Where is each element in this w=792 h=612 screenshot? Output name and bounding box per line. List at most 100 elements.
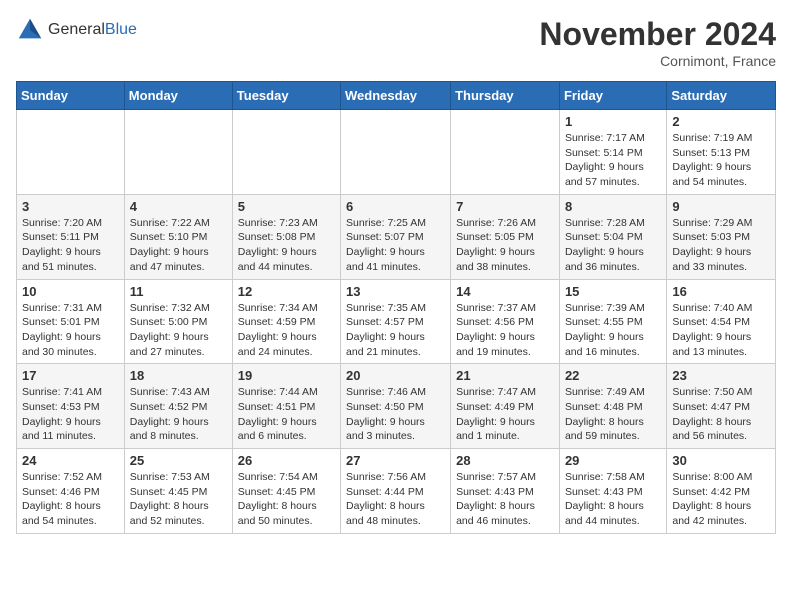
day-info: Sunrise: 7:37 AM Sunset: 4:56 PM Dayligh…	[456, 301, 554, 360]
day-info: Sunrise: 7:22 AM Sunset: 5:10 PM Dayligh…	[130, 216, 227, 275]
header-monday: Monday	[124, 82, 232, 110]
day-number: 10	[22, 284, 119, 299]
calendar-cell: 19 Sunrise: 7:44 AM Sunset: 4:51 PM Dayli…	[232, 364, 340, 449]
day-info: Sunrise: 7:40 AM Sunset: 4:54 PM Dayligh…	[672, 301, 770, 360]
calendar-cell: 2 Sunrise: 7:19 AM Sunset: 5:13 PM Daylig…	[667, 110, 776, 195]
calendar-cell: 25Sunrise: 7:53 AM Sunset: 4:45 PM Dayli…	[124, 449, 232, 534]
day-info: Sunrise: 7:53 AM Sunset: 4:45 PM Dayligh…	[130, 470, 227, 529]
day-number: 24	[22, 453, 119, 468]
logo: GeneralBlue	[16, 16, 137, 44]
calendar-cell: 17Sunrise: 7:41 AM Sunset: 4:53 PM Dayli…	[17, 364, 125, 449]
day-info: Sunrise: 7:54 AM Sunset: 4:45 PM Dayligh…	[238, 470, 335, 529]
day-info: Sunrise: 7:44 AM Sunset: 4:51 PM Dayligh…	[238, 385, 335, 444]
day-info: Sunrise: 7:56 AM Sunset: 4:44 PM Dayligh…	[346, 470, 445, 529]
calendar-cell: 24Sunrise: 7:52 AM Sunset: 4:46 PM Dayli…	[17, 449, 125, 534]
day-info: Sunrise: 7:20 AM Sunset: 5:11 PM Dayligh…	[22, 216, 119, 275]
logo-icon	[16, 16, 44, 44]
day-info: Sunrise: 7:32 AM Sunset: 5:00 PM Dayligh…	[130, 301, 227, 360]
day-number: 16	[672, 284, 770, 299]
day-number: 4	[130, 199, 227, 214]
calendar-cell: 6 Sunrise: 7:25 AM Sunset: 5:07 PM Daylig…	[341, 194, 451, 279]
day-info: Sunrise: 7:23 AM Sunset: 5:08 PM Dayligh…	[238, 216, 335, 275]
calendar-table: Sunday Monday Tuesday Wednesday Thursday…	[16, 81, 776, 534]
day-number: 27	[346, 453, 445, 468]
day-number: 29	[565, 453, 661, 468]
day-number: 8	[565, 199, 661, 214]
calendar-cell: 10 Sunrise: 7:31 AM Sunset: 5:01 PM Dayli…	[17, 279, 125, 364]
day-info: Sunrise: 7:31 AM Sunset: 5:01 PM Dayligh…	[22, 301, 119, 360]
calendar-body: 1 Sunrise: 7:17 AM Sunset: 5:14 PM Daylig…	[17, 110, 776, 534]
day-info: Sunrise: 7:17 AM Sunset: 5:14 PM Dayligh…	[565, 131, 661, 190]
day-number: 17	[22, 368, 119, 383]
header: GeneralBlue November 2024 Cornimont, Fra…	[16, 16, 776, 69]
day-info: Sunrise: 7:43 AM Sunset: 4:52 PM Dayligh…	[130, 385, 227, 444]
day-number: 2	[672, 114, 770, 129]
logo-text: GeneralBlue	[48, 21, 137, 39]
calendar-cell: 28 Sunrise: 7:57 AM Sunset: 4:43 PM Dayli…	[451, 449, 560, 534]
header-wednesday: Wednesday	[341, 82, 451, 110]
calendar-cell: 18 Sunrise: 7:43 AM Sunset: 4:52 PM Dayli…	[124, 364, 232, 449]
day-info: Sunrise: 7:28 AM Sunset: 5:04 PM Dayligh…	[565, 216, 661, 275]
calendar-cell	[124, 110, 232, 195]
day-number: 6	[346, 199, 445, 214]
title-area: November 2024 Cornimont, France	[539, 16, 776, 69]
day-number: 28	[456, 453, 554, 468]
day-number: 5	[238, 199, 335, 214]
calendar-cell: 5 Sunrise: 7:23 AM Sunset: 5:08 PM Daylig…	[232, 194, 340, 279]
day-info: Sunrise: 7:57 AM Sunset: 4:43 PM Dayligh…	[456, 470, 554, 529]
location: Cornimont, France	[539, 53, 776, 69]
calendar-cell: 27 Sunrise: 7:56 AM Sunset: 4:44 PM Dayli…	[341, 449, 451, 534]
day-number: 14	[456, 284, 554, 299]
calendar-week-2: 10 Sunrise: 7:31 AM Sunset: 5:01 PM Dayli…	[17, 279, 776, 364]
calendar-cell: 20Sunrise: 7:46 AM Sunset: 4:50 PM Dayli…	[341, 364, 451, 449]
header-sunday: Sunday	[17, 82, 125, 110]
day-number: 18	[130, 368, 227, 383]
day-number: 22	[565, 368, 661, 383]
day-number: 1	[565, 114, 661, 129]
day-info: Sunrise: 7:47 AM Sunset: 4:49 PM Dayligh…	[456, 385, 554, 444]
day-number: 15	[565, 284, 661, 299]
header-saturday: Saturday	[667, 82, 776, 110]
day-number: 20	[346, 368, 445, 383]
calendar-cell: 16 Sunrise: 7:40 AM Sunset: 4:54 PM Dayli…	[667, 279, 776, 364]
day-info: Sunrise: 7:58 AM Sunset: 4:43 PM Dayligh…	[565, 470, 661, 529]
day-info: Sunrise: 7:35 AM Sunset: 4:57 PM Dayligh…	[346, 301, 445, 360]
day-info: Sunrise: 7:19 AM Sunset: 5:13 PM Dayligh…	[672, 131, 770, 190]
calendar-week-3: 17Sunrise: 7:41 AM Sunset: 4:53 PM Dayli…	[17, 364, 776, 449]
calendar-cell: 29 Sunrise: 7:58 AM Sunset: 4:43 PM Dayli…	[559, 449, 666, 534]
calendar-cell	[17, 110, 125, 195]
day-number: 7	[456, 199, 554, 214]
header-friday: Friday	[559, 82, 666, 110]
day-number: 9	[672, 199, 770, 214]
logo-blue: Blue	[105, 21, 137, 38]
calendar-cell: 11 Sunrise: 7:32 AM Sunset: 5:00 PM Dayli…	[124, 279, 232, 364]
calendar-cell: 1 Sunrise: 7:17 AM Sunset: 5:14 PM Daylig…	[559, 110, 666, 195]
logo-general: General	[48, 21, 105, 38]
header-tuesday: Tuesday	[232, 82, 340, 110]
day-number: 30	[672, 453, 770, 468]
day-info: Sunrise: 7:39 AM Sunset: 4:55 PM Dayligh…	[565, 301, 661, 360]
day-info: Sunrise: 7:26 AM Sunset: 5:05 PM Dayligh…	[456, 216, 554, 275]
calendar-cell: 3 Sunrise: 7:20 AM Sunset: 5:11 PM Daylig…	[17, 194, 125, 279]
day-info: Sunrise: 7:25 AM Sunset: 5:07 PM Dayligh…	[346, 216, 445, 275]
day-number: 19	[238, 368, 335, 383]
day-number: 3	[22, 199, 119, 214]
header-row: Sunday Monday Tuesday Wednesday Thursday…	[17, 82, 776, 110]
calendar-cell: 21 Sunrise: 7:47 AM Sunset: 4:49 PM Dayli…	[451, 364, 560, 449]
calendar-week-1: 3 Sunrise: 7:20 AM Sunset: 5:11 PM Daylig…	[17, 194, 776, 279]
calendar-cell: 15 Sunrise: 7:39 AM Sunset: 4:55 PM Dayli…	[559, 279, 666, 364]
day-number: 11	[130, 284, 227, 299]
day-info: Sunrise: 7:29 AM Sunset: 5:03 PM Dayligh…	[672, 216, 770, 275]
calendar-cell: 8 Sunrise: 7:28 AM Sunset: 5:04 PM Daylig…	[559, 194, 666, 279]
day-number: 13	[346, 284, 445, 299]
calendar-header: Sunday Monday Tuesday Wednesday Thursday…	[17, 82, 776, 110]
calendar-week-0: 1 Sunrise: 7:17 AM Sunset: 5:14 PM Daylig…	[17, 110, 776, 195]
calendar-cell	[232, 110, 340, 195]
day-info: Sunrise: 7:50 AM Sunset: 4:47 PM Dayligh…	[672, 385, 770, 444]
calendar-cell: 13 Sunrise: 7:35 AM Sunset: 4:57 PM Dayli…	[341, 279, 451, 364]
header-thursday: Thursday	[451, 82, 560, 110]
calendar-cell	[451, 110, 560, 195]
day-info: Sunrise: 8:00 AM Sunset: 4:42 PM Dayligh…	[672, 470, 770, 529]
calendar-cell: 9 Sunrise: 7:29 AM Sunset: 5:03 PM Daylig…	[667, 194, 776, 279]
day-number: 21	[456, 368, 554, 383]
